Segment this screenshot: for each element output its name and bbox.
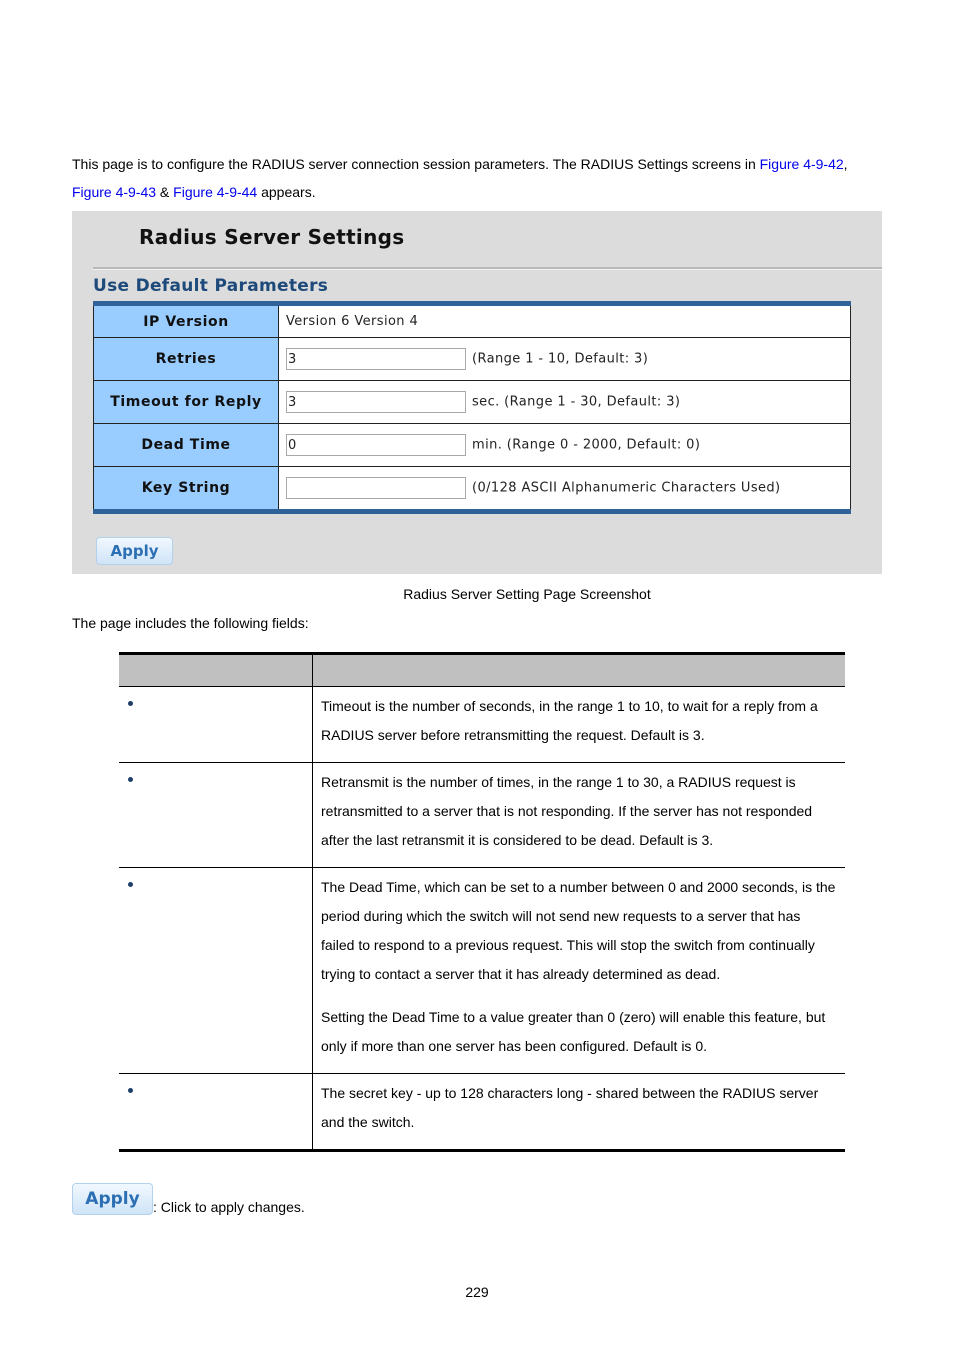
settings-row-retries: Retries (Range 1 - 10, Default: 3)	[93, 337, 851, 381]
description-text: Retransmit is the number of times, in th…	[321, 774, 813, 848]
apply-button-example[interactable]: Apply	[72, 1183, 153, 1215]
description-text: The Dead Time, which can be set to a num…	[321, 879, 836, 982]
bullet-icon	[128, 1088, 133, 1093]
apply-note: Apply: Click to apply changes.	[72, 1183, 305, 1215]
apply-button[interactable]: Apply	[96, 537, 173, 565]
radius-settings-table: IP Version Version 6 Version 4 Retries (…	[93, 301, 851, 514]
fields-intro: The page includes the following fields:	[72, 615, 309, 631]
field-description-table: Timeout is the number of seconds, in the…	[119, 652, 845, 1152]
figure-link-4-9-44[interactable]: Figure 4-9-44	[173, 184, 257, 200]
intro-paragraph: This page is to configure the RADIUS ser…	[72, 150, 892, 206]
bullet-icon	[128, 701, 133, 706]
settings-row-dead-time: Dead Time min. (Range 0 - 2000, Default:…	[93, 423, 851, 467]
label-timeout-for-reply: Timeout for Reply	[93, 380, 279, 424]
description-text: The secret key - up to 128 characters lo…	[321, 1085, 819, 1130]
intro-text-end: appears.	[257, 184, 316, 200]
intro-text: This page is to configure the RADIUS ser…	[72, 156, 760, 172]
table-row: The secret key - up to 128 characters lo…	[119, 1073, 845, 1151]
header-object	[119, 653, 313, 687]
timeout-input[interactable]	[286, 391, 466, 413]
ip-version-value[interactable]: Version 6 Version 4	[278, 303, 851, 338]
intro-separator: ,	[843, 156, 848, 172]
key-string-input[interactable]	[286, 477, 466, 499]
label-ip-version: IP Version	[93, 303, 279, 338]
description-text: Setting the Dead Time to a value greater…	[321, 1009, 826, 1054]
description-text: Timeout is the number of seconds, in the…	[321, 698, 818, 743]
table-row: The Dead Time, which can be set to a num…	[119, 867, 845, 1074]
table-row: Retransmit is the number of times, in th…	[119, 762, 845, 868]
bullet-icon	[128, 882, 133, 887]
table-row: Timeout is the number of seconds, in the…	[119, 686, 845, 763]
label-dead-time: Dead Time	[93, 423, 279, 467]
figure-caption: Radius Server Setting Page Screenshot	[403, 586, 651, 602]
dead-time-input[interactable]	[286, 434, 466, 456]
retries-hint: (Range 1 - 10, Default: 3)	[472, 351, 649, 367]
table-header-row	[119, 653, 845, 687]
figure-link-4-9-42[interactable]: Figure 4-9-42	[760, 156, 844, 172]
retries-input[interactable]	[286, 348, 466, 370]
label-retries: Retries	[93, 337, 279, 381]
title-divider	[93, 267, 882, 270]
timeout-hint: sec. (Range 1 - 30, Default: 3)	[472, 394, 681, 410]
figure-link-4-9-43[interactable]: Figure 4-9-43	[72, 184, 156, 200]
section-title: Use Default Parameters	[93, 276, 329, 296]
radius-settings-screenshot: Radius Server Settings Use Default Param…	[72, 211, 882, 574]
panel-title: Radius Server Settings	[139, 225, 405, 249]
page-number: 229	[465, 1284, 489, 1300]
header-description	[312, 653, 845, 687]
settings-row-timeout: Timeout for Reply sec. (Range 1 - 30, De…	[93, 380, 851, 424]
bullet-icon	[128, 777, 133, 782]
key-string-hint: (0/128 ASCII Alphanumeric Characters Use…	[472, 480, 781, 496]
dead-time-hint: min. (Range 0 - 2000, Default: 0)	[472, 437, 701, 453]
settings-row-key-string: Key String (0/128 ASCII Alphanumeric Cha…	[93, 466, 851, 512]
settings-row-ip-version: IP Version Version 6 Version 4	[93, 303, 851, 338]
apply-note-text: : Click to apply changes.	[153, 1199, 305, 1215]
label-key-string: Key String	[93, 466, 279, 512]
intro-separator: &	[156, 184, 174, 200]
